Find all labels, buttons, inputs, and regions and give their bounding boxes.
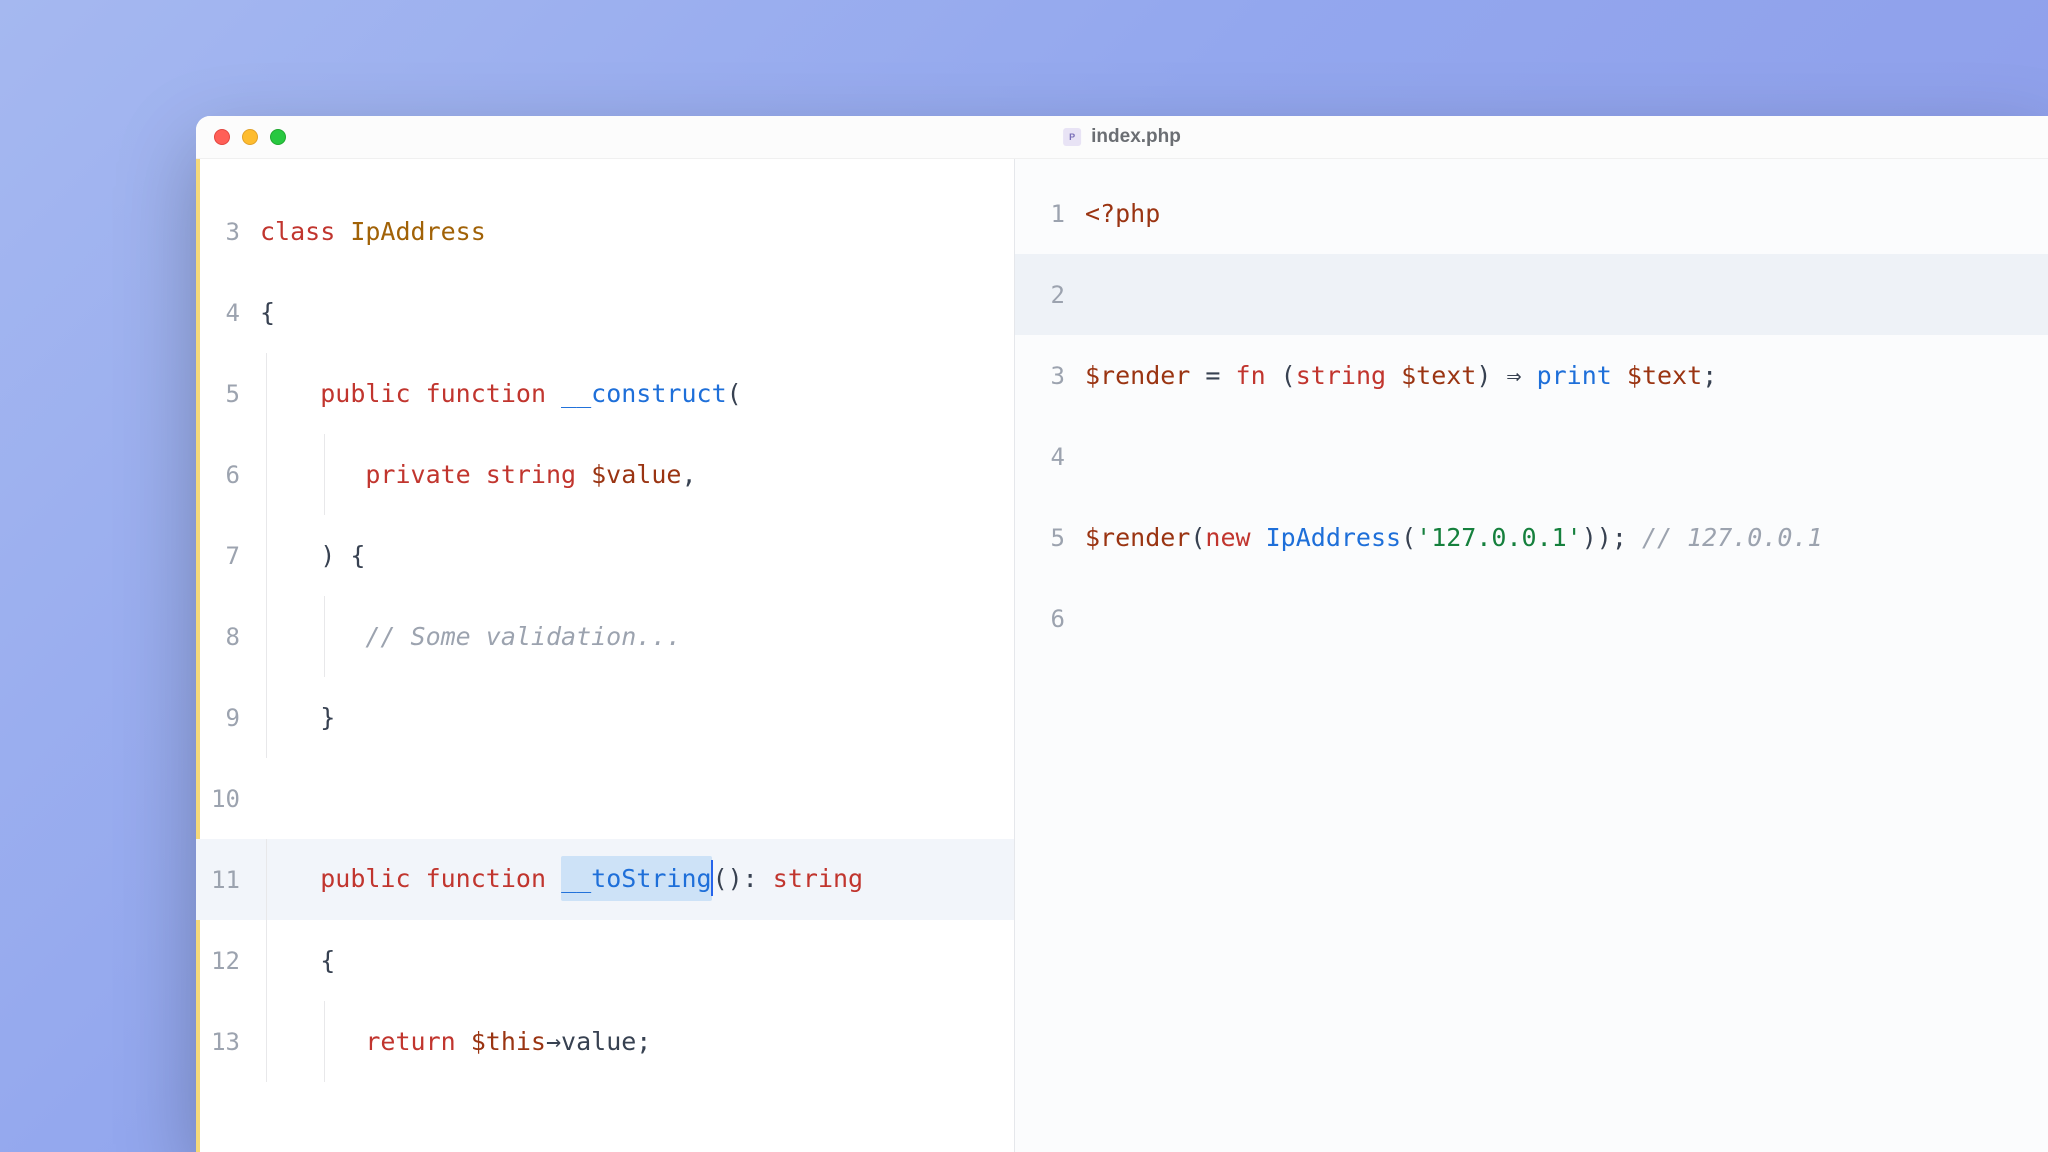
right-editor-pane[interactable]: 1 <?php 2 3 $render = fn (string $text) … <box>1014 159 2048 1152</box>
code-line[interactable]: 6 <box>1015 578 2048 659</box>
close-button[interactable] <box>214 129 230 145</box>
minimize-button[interactable] <box>242 129 258 145</box>
code-line[interactable]: 9 } <box>196 677 1014 758</box>
line-number: 12 <box>196 949 260 973</box>
left-editor-pane[interactable]: 3 class IpAddress 4 { 5 public function … <box>196 159 1014 1152</box>
titlebar: P index.php <box>196 116 2048 159</box>
line-number: 5 <box>196 382 260 406</box>
text-selection: __toString <box>561 856 712 901</box>
code-line[interactable]: 13 return $this→value; <box>196 1001 1014 1082</box>
code-line-active[interactable]: 11 public function __toString(): string <box>196 839 1014 920</box>
line-number: 4 <box>1015 445 1085 469</box>
code-line[interactable]: 3 class IpAddress <box>196 191 1014 272</box>
text-cursor <box>711 860 713 896</box>
code-line[interactable]: 4 <box>1015 416 2048 497</box>
line-number: 10 <box>196 787 260 811</box>
line-number: 8 <box>196 625 260 649</box>
window-title: P index.php <box>1063 126 1181 148</box>
code-line[interactable]: 2 <box>1015 254 2048 335</box>
line-number: 3 <box>196 220 260 244</box>
line-number: 1 <box>1015 202 1085 226</box>
code-line[interactable]: 1 <?php <box>1015 173 2048 254</box>
editor-split: 3 class IpAddress 4 { 5 public function … <box>196 159 2048 1152</box>
line-number: 13 <box>196 1030 260 1054</box>
line-number: 7 <box>196 544 260 568</box>
maximize-button[interactable] <box>270 129 286 145</box>
editor-window: P index.php 3 class IpAddress 4 { <box>196 116 2048 1152</box>
line-number: 3 <box>1015 364 1085 388</box>
line-number: 5 <box>1015 526 1085 550</box>
line-number: 6 <box>1015 607 1085 631</box>
code-line[interactable]: 12 { <box>196 920 1014 1001</box>
line-number: 2 <box>1015 283 1085 307</box>
code-line[interactable]: 6 private string $value, <box>196 434 1014 515</box>
code-line[interactable]: 10 <box>196 758 1014 839</box>
filename-label: index.php <box>1091 126 1181 148</box>
line-number: 11 <box>196 868 260 892</box>
code-line[interactable]: 3 $render = fn (string $text) ⇒ print $t… <box>1015 335 2048 416</box>
right-code-content[interactable]: 1 <?php 2 3 $render = fn (string $text) … <box>1015 159 2048 659</box>
code-line[interactable]: 5 public function __construct( <box>196 353 1014 434</box>
code-line[interactable]: 4 { <box>196 272 1014 353</box>
traffic-lights <box>196 129 286 145</box>
code-line[interactable]: 7 ) { <box>196 515 1014 596</box>
code-line[interactable]: 5 $render(new IpAddress('127.0.0.1')); /… <box>1015 497 2048 578</box>
line-number: 4 <box>196 301 260 325</box>
line-number: 6 <box>196 463 260 487</box>
code-line[interactable]: 8 // Some validation... <box>196 596 1014 677</box>
php-file-icon: P <box>1063 128 1081 146</box>
line-number: 9 <box>196 706 260 730</box>
left-code-content[interactable]: 3 class IpAddress 4 { 5 public function … <box>196 159 1014 1082</box>
